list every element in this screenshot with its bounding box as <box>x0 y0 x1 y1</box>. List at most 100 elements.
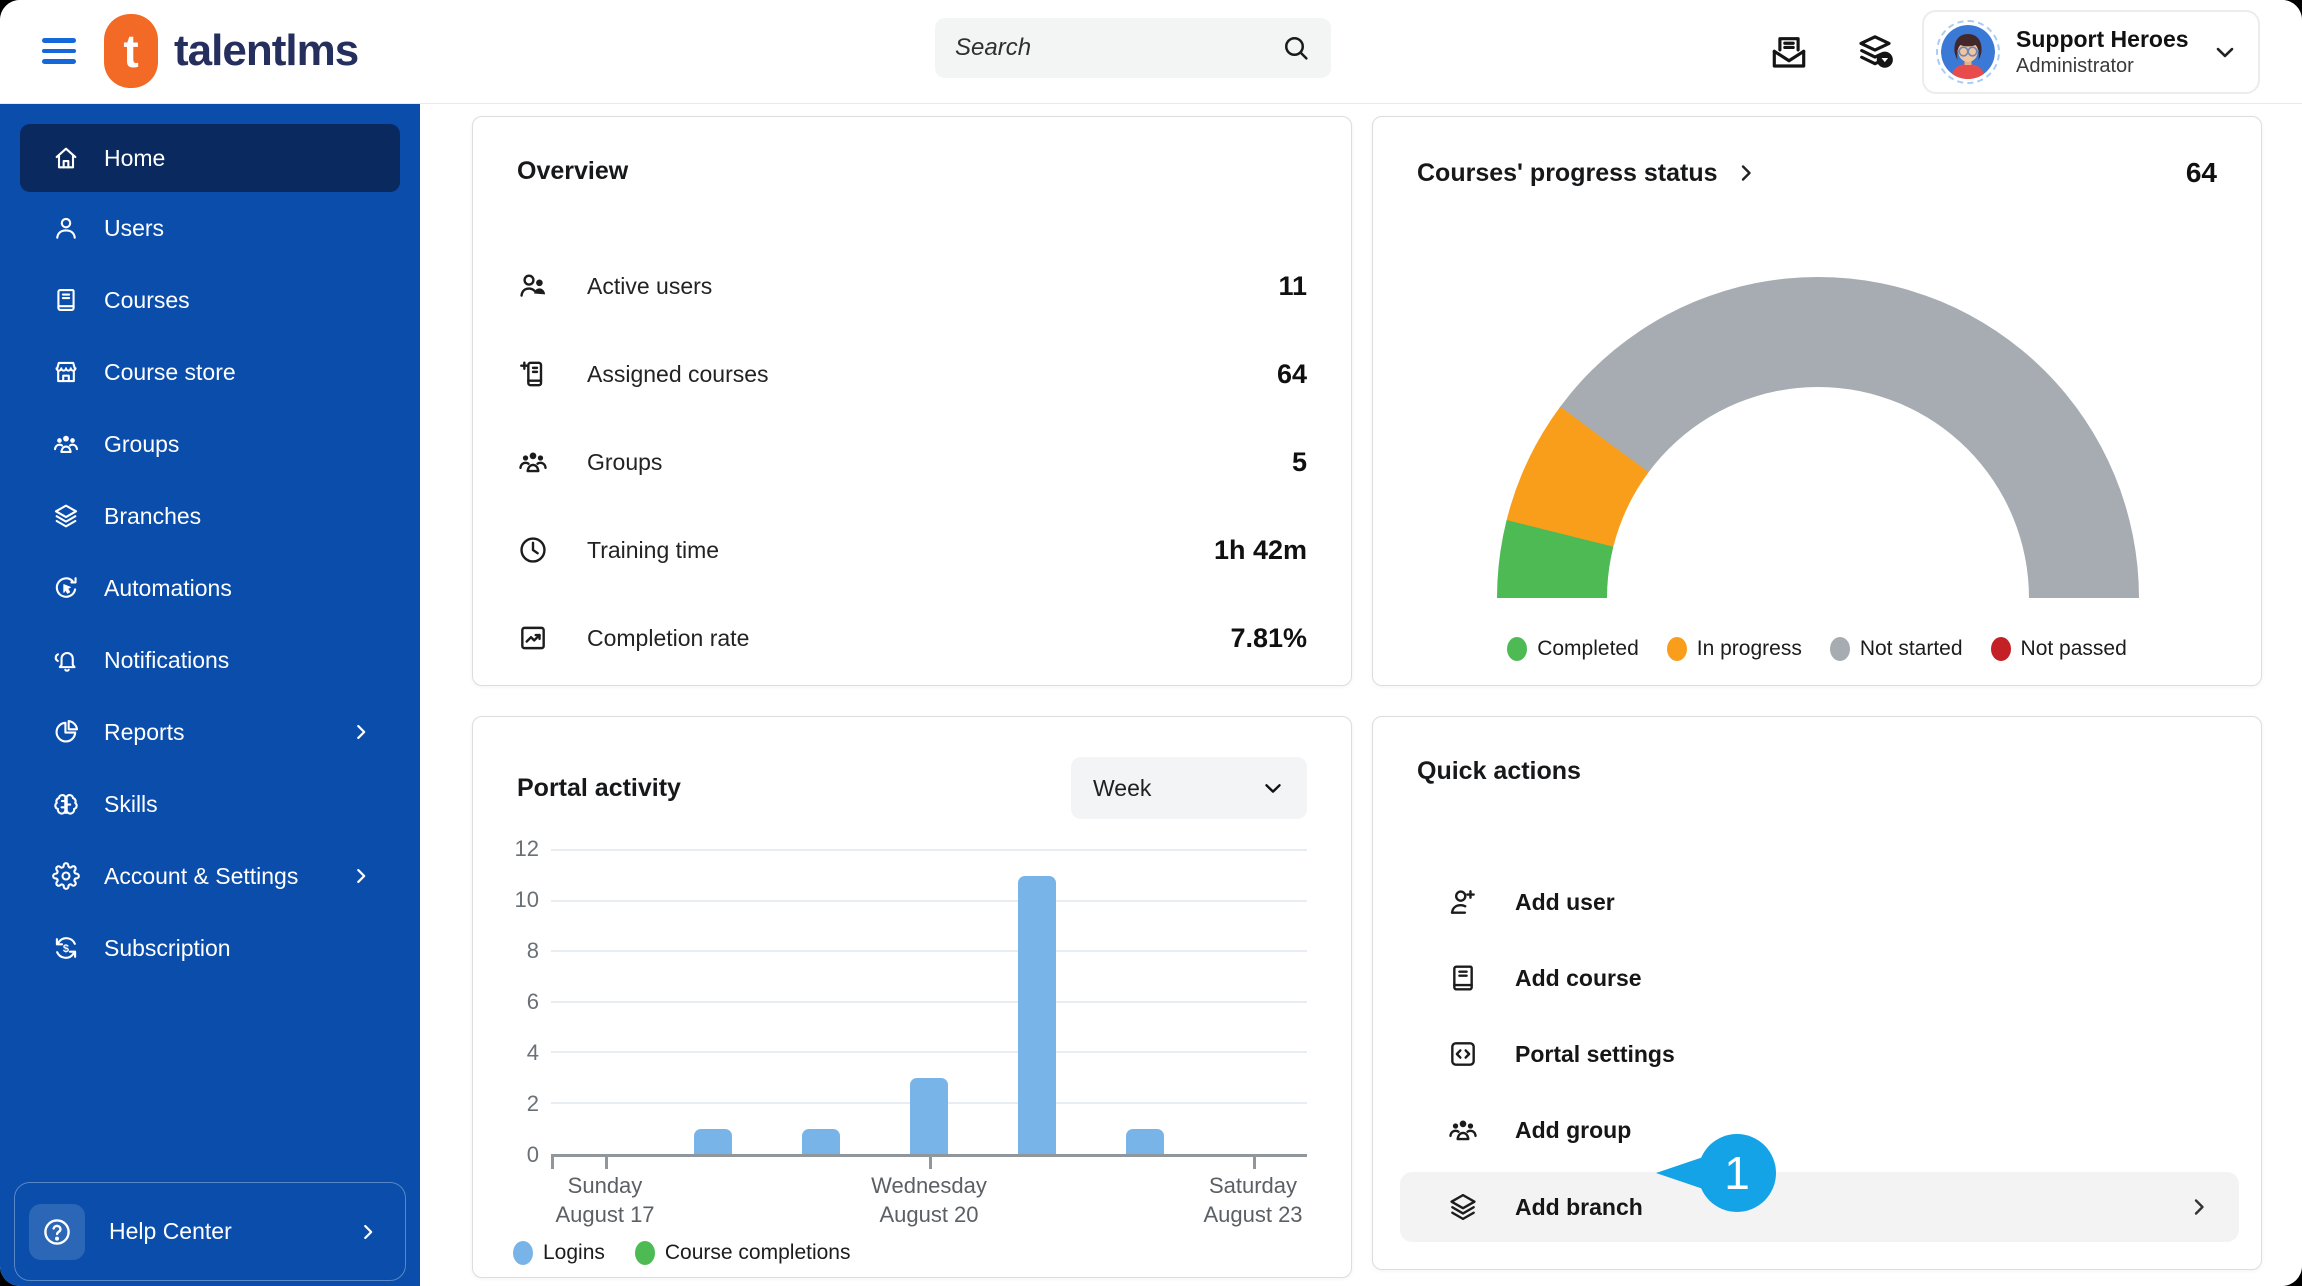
sidebar-item-reports[interactable]: Reports <box>0 696 420 768</box>
overview-row-label: Groups <box>587 448 663 475</box>
app-window: t talentlms Search Support Heroes Admini… <box>0 0 2302 1286</box>
chevron-right-icon <box>2187 1195 2211 1219</box>
legend-dot <box>1666 637 1687 661</box>
home-icon <box>52 144 80 172</box>
bar-logins <box>802 1128 840 1154</box>
branch-switcher-icon[interactable] <box>1854 31 1896 73</box>
overview-row-completion-rate: Completion rate 7.81% <box>517 594 1307 682</box>
overview-row-label: Completion rate <box>587 624 750 651</box>
legend-item-logins: Logins <box>513 1241 605 1265</box>
layers-icon <box>52 502 80 530</box>
quick-actions-title: Quick actions <box>1417 757 1581 785</box>
legend-dot <box>513 1241 533 1265</box>
overview-row-label: Training time <box>587 536 720 563</box>
overview-row-value: 11 <box>1278 270 1307 301</box>
progress-total: 64 <box>2185 157 2217 188</box>
portal-activity-title: Portal activity <box>517 773 681 802</box>
user-role: Administrator <box>2016 55 2134 77</box>
sidebar-item-notifications[interactable]: Notifications <box>0 624 420 696</box>
progress-legend: Completed In progress Not started Not passe… <box>1373 637 2261 661</box>
overview-row-value: 7.81% <box>1230 622 1307 653</box>
quick-actions-card: Quick actions Add user Add course Portal s… <box>1372 716 2262 1270</box>
overview-row-groups: Groups 5 <box>517 418 1307 506</box>
quick-action-portal-settings[interactable]: Portal settings <box>1417 1016 2217 1092</box>
axis-tick <box>929 1157 932 1169</box>
progress-title: Courses' progress status <box>1417 158 1718 187</box>
chevron-down-icon <box>1261 776 1285 800</box>
user-name: Support Heroes <box>2016 26 2189 52</box>
sidebar-item-automations[interactable]: Automations <box>0 552 420 624</box>
y-axis-tick-label: 10 <box>514 887 539 912</box>
y-axis-tick-label: 2 <box>526 1091 539 1116</box>
layers-icon <box>1447 1191 1479 1223</box>
book-icon <box>1447 962 1479 994</box>
sidebar-item-label: Home <box>104 144 166 171</box>
clock-icon <box>517 534 549 566</box>
automation-icon <box>52 574 80 602</box>
search-box[interactable] <box>935 18 1331 78</box>
top-bar: t talentlms Search Support Heroes Admini… <box>0 0 2302 104</box>
sidebar-item-subscription[interactable]: $ Subscription <box>0 912 420 984</box>
y-axis-tick-label: 4 <box>526 1040 539 1065</box>
sidebar-item-label: Users <box>104 214 165 241</box>
quick-action-add-branch[interactable]: Add branch <box>1400 1172 2239 1242</box>
bar-logins <box>1018 876 1056 1154</box>
sidebar-item-account-settings[interactable]: Account & Settings <box>0 840 420 912</box>
legend-label: Completed <box>1537 637 1639 660</box>
sidebar-item-home[interactable]: Home <box>20 124 400 192</box>
legend-label: Not started <box>1859 637 1963 660</box>
quick-action-label: Portal settings <box>1515 1040 1675 1067</box>
pie-icon <box>52 718 80 746</box>
messages-inbox-icon[interactable] <box>1768 31 1810 73</box>
bar-logins <box>694 1128 732 1154</box>
sidebar-item-courses[interactable]: Courses <box>0 264 420 336</box>
bar-slot <box>1091 851 1199 1154</box>
legend-item-not-started: Not started <box>1829 637 1963 661</box>
user-menu[interactable]: Support Heroes Administrator <box>1922 10 2260 94</box>
search-icon[interactable] <box>1281 33 1311 63</box>
logo-mark-icon: t <box>104 14 158 88</box>
avatar <box>1936 20 2000 84</box>
sidebar-item-label: Automations <box>104 574 232 601</box>
legend-item-in-progress: In progress <box>1666 637 1802 661</box>
overview-row-value: 5 <box>1291 446 1307 477</box>
gear-icon <box>52 862 80 890</box>
overview-title: Overview <box>517 157 629 185</box>
sidebar-item-help-center[interactable]: Help Center <box>14 1182 406 1281</box>
progress-gauge-chart <box>1497 277 2139 598</box>
annotation-step-badge: 1 <box>1656 1134 1776 1212</box>
overview-row-label: Assigned courses <box>587 360 769 387</box>
logo[interactable]: t talentlms <box>104 14 359 88</box>
portal-icon <box>1447 1038 1479 1070</box>
subscription-icon: $ <box>52 934 80 962</box>
overview-row-value: 64 <box>1276 358 1307 389</box>
sidebar-item-groups[interactable]: Groups <box>0 408 420 480</box>
user-icon <box>52 214 80 242</box>
sidebar-item-course-store[interactable]: Course store <box>0 336 420 408</box>
axis-tick <box>605 1157 608 1169</box>
progress-title-link[interactable]: Courses' progress status <box>1417 159 1758 188</box>
y-axis-tick-label: 6 <box>526 989 539 1014</box>
quick-action-add-user[interactable]: Add user <box>1417 864 2217 940</box>
quick-action-add-group[interactable]: Add group <box>1417 1092 2217 1168</box>
store-icon <box>52 358 80 386</box>
quick-action-add-course[interactable]: Add course <box>1417 940 2217 1016</box>
sidebar-nav: Home Users Courses Course store Groups Branch… <box>0 104 420 984</box>
assigned-courses-icon <box>517 358 549 390</box>
range-select[interactable]: Week <box>1071 757 1307 819</box>
question-icon <box>41 1216 73 1248</box>
legend-label: Course completions <box>664 1241 851 1264</box>
legend-label: In progress <box>1696 637 1802 660</box>
sidebar-item-label: Reports <box>104 718 185 745</box>
x-axis-tick-label: Sunday August 17 <box>555 1173 655 1227</box>
legend-dot <box>634 1241 655 1265</box>
overview-card: Overview Active users 11 Assigned courses 6… <box>472 116 1352 686</box>
search-input[interactable] <box>955 34 1281 62</box>
menu-toggle-button[interactable] <box>42 33 78 69</box>
x-axis-tick-label: Saturday August 23 <box>1203 1173 1303 1227</box>
sidebar-item-users[interactable]: Users <box>0 192 420 264</box>
sidebar-item-branches[interactable]: Branches <box>0 480 420 552</box>
sidebar-item-skills[interactable]: Skills <box>0 768 420 840</box>
chevron-right-icon <box>350 865 372 887</box>
logo-wordmark: talentlms <box>174 26 359 75</box>
